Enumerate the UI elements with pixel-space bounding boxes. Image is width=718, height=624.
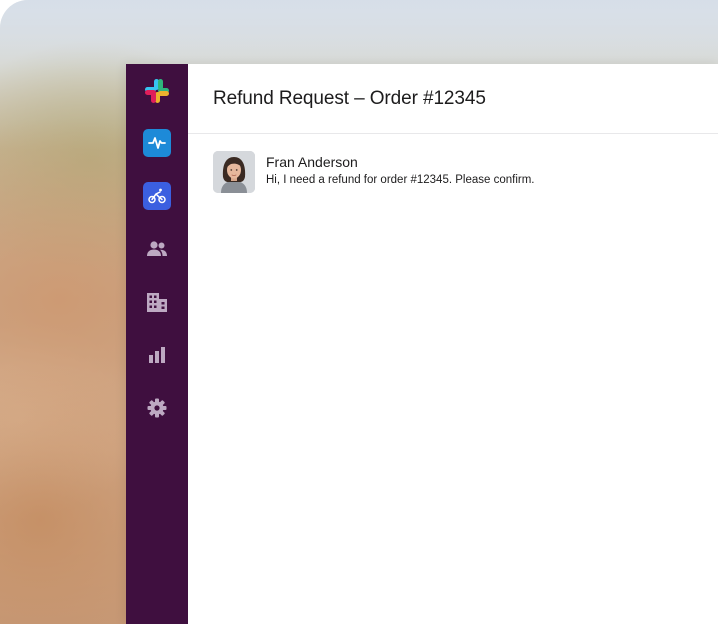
desktop-background: Refund Request – Order #12345 Fran Ander…	[0, 0, 718, 624]
nav-people[interactable]	[143, 235, 171, 263]
gear-icon	[147, 398, 167, 418]
message-sender[interactable]: Fran Anderson	[266, 154, 535, 170]
app-window: Refund Request – Order #12345 Fran Ander…	[126, 64, 718, 624]
bike-icon	[148, 188, 166, 204]
message-text: Hi, I need a refund for order #12345. Pl…	[266, 174, 535, 186]
pulse-icon	[148, 137, 166, 149]
building-icon	[147, 293, 167, 312]
slack-logo-icon[interactable]	[143, 77, 171, 105]
nav-settings[interactable]	[143, 394, 171, 422]
sidebar	[126, 64, 188, 624]
nav-delivery[interactable]	[143, 182, 171, 210]
channel-title: Refund Request – Order #12345	[213, 87, 486, 109]
channel-header: Refund Request – Order #12345	[188, 64, 718, 134]
message-body: Fran Anderson Hi, I need a refund for or…	[266, 151, 535, 186]
avatar[interactable]	[213, 151, 255, 193]
nav-analytics[interactable]	[143, 341, 171, 369]
message-item[interactable]: Fran Anderson Hi, I need a refund for or…	[213, 151, 693, 193]
message-list: Fran Anderson Hi, I need a refund for or…	[188, 134, 718, 210]
nav-activity[interactable]	[143, 129, 171, 157]
bar-chart-icon	[149, 347, 165, 363]
people-icon	[147, 241, 167, 256]
channel-view: Refund Request – Order #12345 Fran Ander…	[188, 64, 718, 624]
nav-directory[interactable]	[143, 288, 171, 316]
